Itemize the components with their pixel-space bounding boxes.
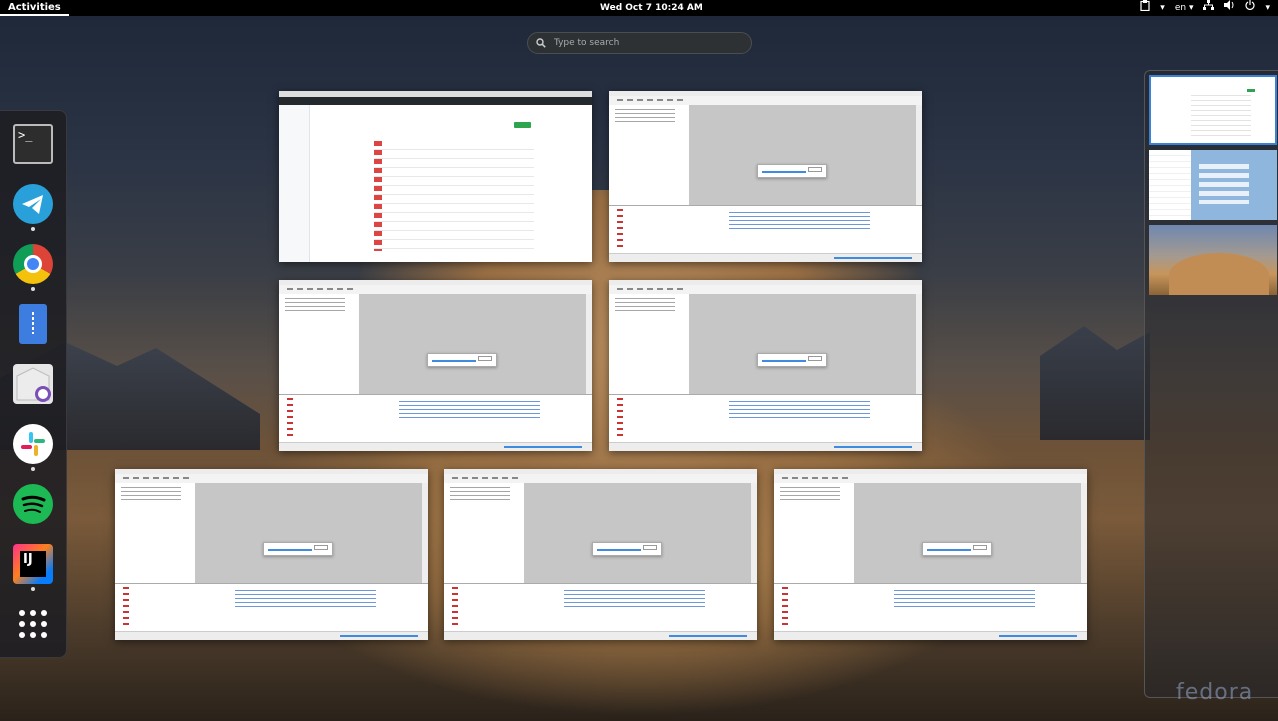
- wallpaper-mountain: [1040, 326, 1150, 440]
- running-indicator: [31, 287, 35, 291]
- top-bar: Activities Wed Oct 7 10:24 AM ▾ en ▾ ▾: [0, 0, 1278, 16]
- window-thumbnail-intellij[interactable]: [609, 280, 922, 451]
- files-icon[interactable]: [19, 304, 47, 344]
- workspace-switcher: [1144, 70, 1278, 698]
- volume-icon[interactable]: [1224, 0, 1235, 16]
- running-indicator: [31, 467, 35, 471]
- terminal-prompt: >_: [18, 128, 33, 142]
- clock[interactable]: Wed Oct 7 10:24 AM: [600, 0, 703, 16]
- search-input[interactable]: [552, 37, 736, 49]
- chevron-down-icon[interactable]: ▾: [1265, 0, 1270, 16]
- clipboard-icon[interactable]: [1140, 0, 1150, 17]
- workspace-thumbnail-2[interactable]: [1149, 150, 1277, 220]
- intellij-logo-text: IJ: [23, 552, 33, 567]
- running-indicator: [31, 587, 35, 591]
- activities-button[interactable]: Activities: [0, 0, 69, 16]
- app-grid-icon[interactable]: [13, 604, 53, 644]
- slack-icon[interactable]: [13, 424, 53, 464]
- telegram-icon[interactable]: [13, 184, 53, 224]
- network-icon[interactable]: [1203, 0, 1215, 16]
- chevron-down-icon[interactable]: ▾: [1160, 0, 1165, 16]
- power-icon[interactable]: [1245, 0, 1256, 16]
- terminal-icon[interactable]: >_: [13, 124, 53, 164]
- mail-icon[interactable]: [13, 364, 53, 404]
- running-indicator: [31, 227, 35, 231]
- language-indicator[interactable]: en ▾: [1175, 0, 1194, 16]
- fedora-watermark: fedora: [1176, 680, 1254, 705]
- window-thumbnail-intellij[interactable]: [279, 280, 592, 451]
- system-tray: ▾ en ▾ ▾: [1140, 0, 1270, 16]
- window-thumbnail-intellij[interactable]: [609, 91, 922, 262]
- window-thumbnail-chrome[interactable]: [279, 91, 592, 262]
- language-label: en: [1174, 3, 1187, 13]
- search-bar[interactable]: [527, 32, 752, 54]
- chrome-icon[interactable]: [13, 244, 53, 284]
- window-thumbnail-intellij[interactable]: [115, 469, 428, 640]
- window-thumbnail-intellij[interactable]: [444, 469, 757, 640]
- spotify-icon[interactable]: [13, 484, 53, 524]
- window-thumbnail-intellij[interactable]: [774, 469, 1087, 640]
- workspace-thumbnail-3[interactable]: [1149, 225, 1277, 295]
- dash-dock: >_ IJ: [0, 110, 67, 658]
- search-icon: [536, 38, 546, 48]
- intellij-icon[interactable]: IJ: [13, 544, 53, 584]
- workspace-thumbnail-1[interactable]: [1149, 75, 1277, 145]
